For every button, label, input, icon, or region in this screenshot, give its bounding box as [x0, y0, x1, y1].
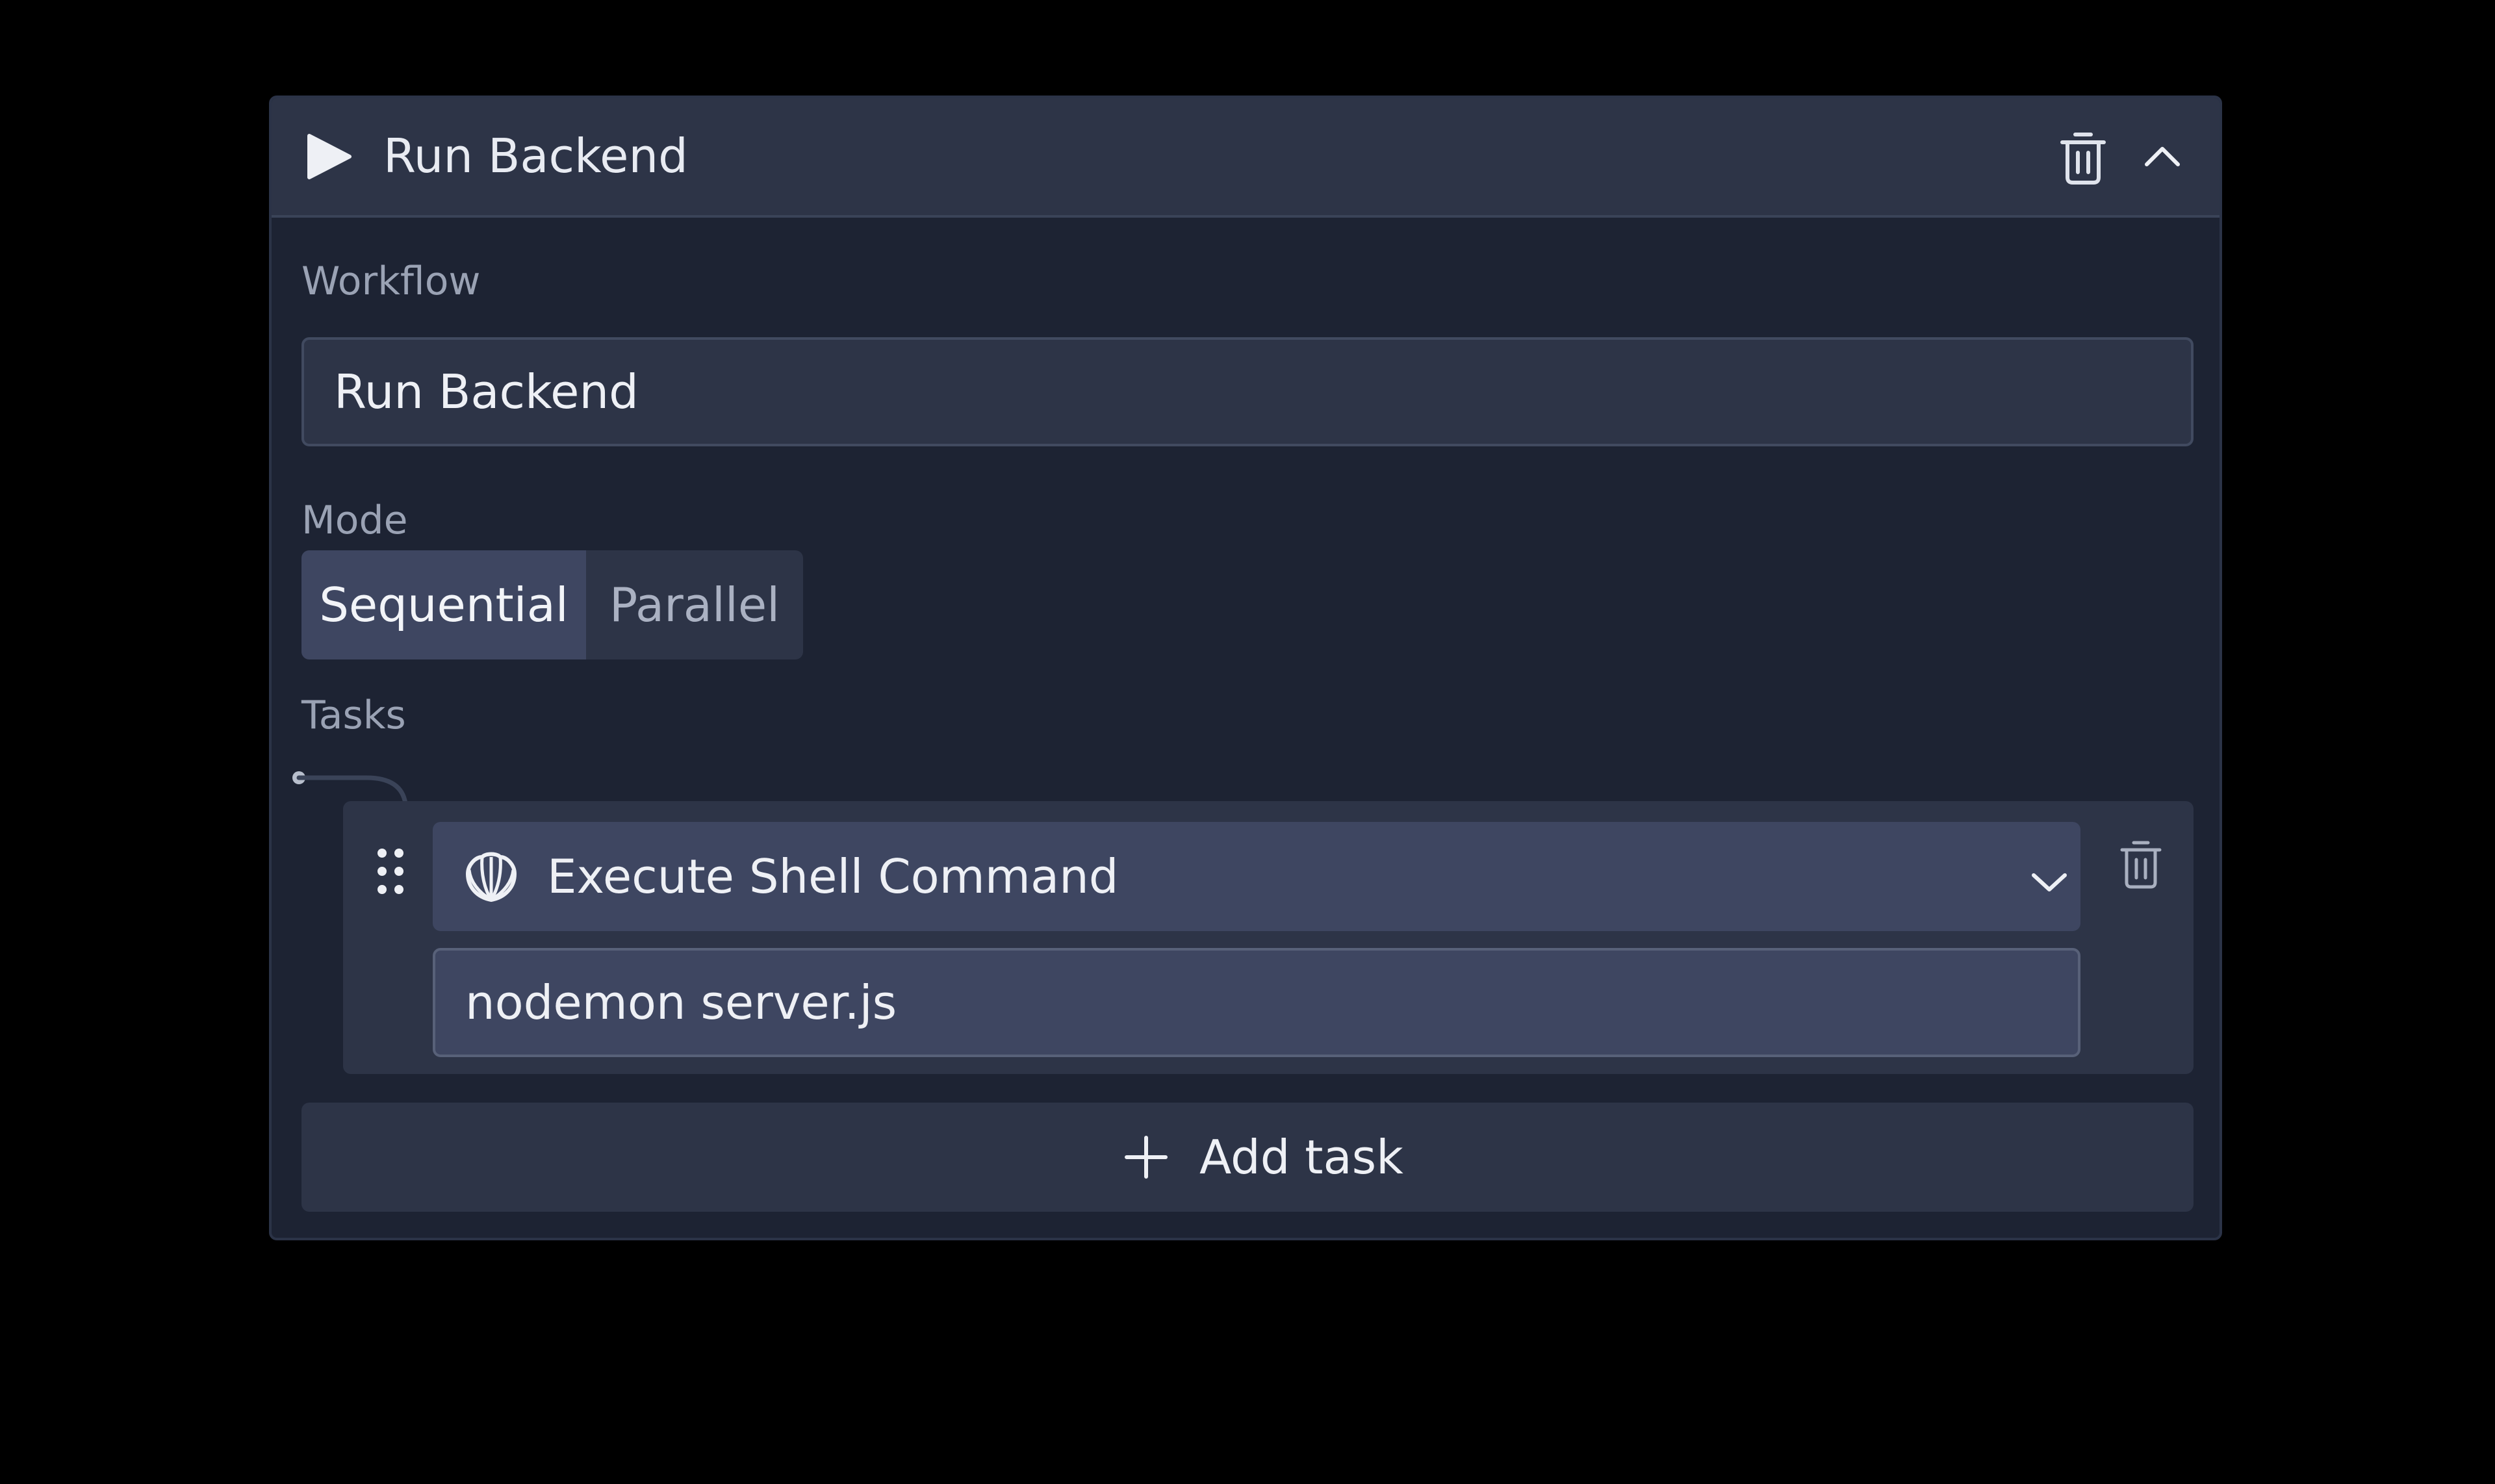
mode-option-sequential[interactable]: Sequential — [301, 550, 586, 659]
play-icon[interactable] — [307, 133, 352, 180]
workflow-card: Run Backend Workflow Mode Sequential Par… — [269, 96, 2222, 1240]
mode-label: Mode — [301, 498, 408, 543]
mode-option-parallel[interactable]: Parallel — [586, 550, 803, 659]
chevron-down-icon — [2032, 873, 2067, 891]
shell-command-input[interactable] — [433, 948, 2080, 1057]
trash-icon[interactable] — [2058, 128, 2108, 185]
task-type-select[interactable]: Execute Shell Command — [433, 822, 2080, 931]
plus-icon — [1125, 1136, 1168, 1179]
workflow-card-title: Run Backend — [383, 129, 688, 183]
workflow-name-input[interactable] — [301, 337, 2194, 446]
workflow-card-header[interactable]: Run Backend — [272, 98, 2220, 218]
chevron-up-icon[interactable] — [2143, 138, 2182, 175]
mode-toggle: Sequential Parallel — [301, 550, 803, 659]
task-item: Execute Shell Command — [343, 801, 2194, 1074]
shell-icon — [466, 852, 517, 902]
add-task-label: Add task — [1199, 1130, 1403, 1184]
task-delete-icon[interactable] — [2118, 838, 2164, 889]
add-task-button[interactable]: Add task — [301, 1103, 2194, 1212]
drag-handle-icon[interactable] — [374, 845, 407, 897]
workflow-label: Workflow — [301, 259, 481, 304]
tasks-label: Tasks — [301, 693, 406, 738]
task-type-label: Execute Shell Command — [547, 849, 1119, 904]
